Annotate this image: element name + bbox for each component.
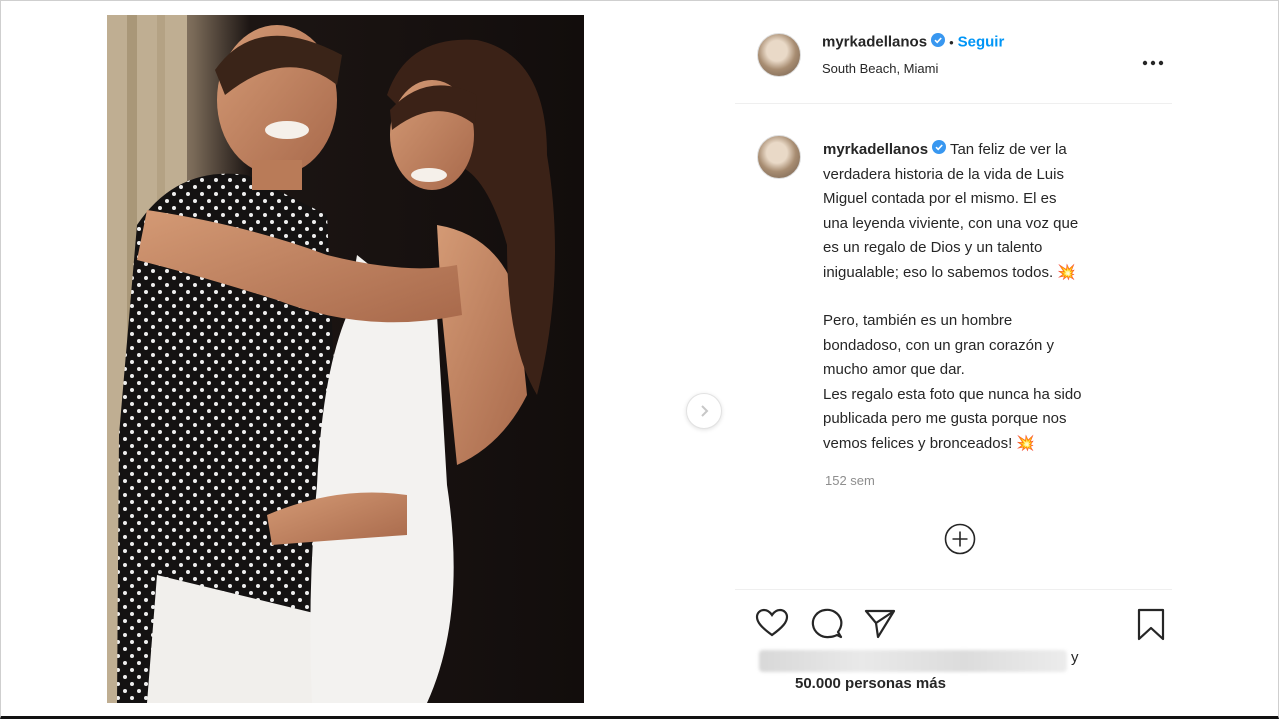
location-link[interactable]: South Beach, Miami xyxy=(822,61,938,76)
avatar[interactable] xyxy=(757,33,801,77)
post-photo[interactable] xyxy=(107,15,584,703)
caption-line: es un regalo de Dios y un talento xyxy=(823,239,1043,257)
like-button[interactable] xyxy=(755,608,789,643)
comment-button[interactable] xyxy=(810,608,844,645)
caption-line: mucho amor que dar. xyxy=(823,361,965,379)
caption-line: bondadoso, con un gran corazón y xyxy=(823,336,1054,354)
bookmark-icon xyxy=(1137,608,1165,641)
comment-icon xyxy=(811,608,843,639)
paper-plane-icon xyxy=(864,609,896,639)
likes-conjunction: y xyxy=(1071,649,1079,666)
verified-badge-icon xyxy=(932,138,947,163)
more-options-icon[interactable] xyxy=(1142,53,1164,71)
caption-line-1: myrkadellanos Tan feliz de ver la xyxy=(823,138,1153,163)
plus-circle-icon xyxy=(944,523,976,555)
likes-count-link[interactable]: 50.000 personas más xyxy=(795,675,946,692)
load-more-comments-button[interactable] xyxy=(943,522,977,561)
caption-line: una leyenda viviente, con una voz que xyxy=(823,214,1079,232)
chevron-right-icon xyxy=(701,405,709,417)
follow-button[interactable]: Seguir xyxy=(958,34,1005,51)
post-actions xyxy=(735,589,1172,650)
username-link[interactable]: myrkadellanos xyxy=(822,34,927,51)
caption-avatar[interactable] xyxy=(757,135,801,179)
next-photo-button[interactable] xyxy=(686,393,722,429)
save-button[interactable] xyxy=(1135,608,1167,647)
caption-line: publicada pero me gusta porque nos xyxy=(823,410,1067,428)
caption-line: Les regalo esta foto que nunca ha sido xyxy=(823,385,1082,403)
post-header: myrkadellanos • Seguir South Beach, Miami xyxy=(735,15,1172,104)
header-user-row: myrkadellanos • Seguir xyxy=(822,33,1004,52)
post-timestamp[interactable]: 152 sem xyxy=(825,473,875,488)
post-photo-image xyxy=(107,15,584,703)
heart-icon xyxy=(755,608,789,637)
separator-dot: • xyxy=(949,34,954,50)
likes-summary: y xyxy=(759,647,1089,673)
share-button[interactable] xyxy=(863,608,897,645)
verified-badge-icon xyxy=(931,33,946,52)
caption-line: verdadera historia de la vida de Luis xyxy=(823,165,1064,183)
caption-line: inigualable; eso lo sabemos todos. 💥 xyxy=(823,263,1076,281)
post-caption: myrkadellanos Tan feliz de ver la verdad… xyxy=(823,138,1153,456)
caption-line: Miguel contada por el mismo. El es xyxy=(823,190,1057,208)
caption-username[interactable]: myrkadellanos xyxy=(823,141,928,158)
caption-line: vemos felices y bronceados! 💥 xyxy=(823,434,1036,452)
blurred-liker-names xyxy=(759,650,1067,672)
caption-line: Pero, también es un hombre xyxy=(823,312,1013,330)
post-panel: myrkadellanos • Seguir South Beach, Miami … xyxy=(735,15,1172,703)
